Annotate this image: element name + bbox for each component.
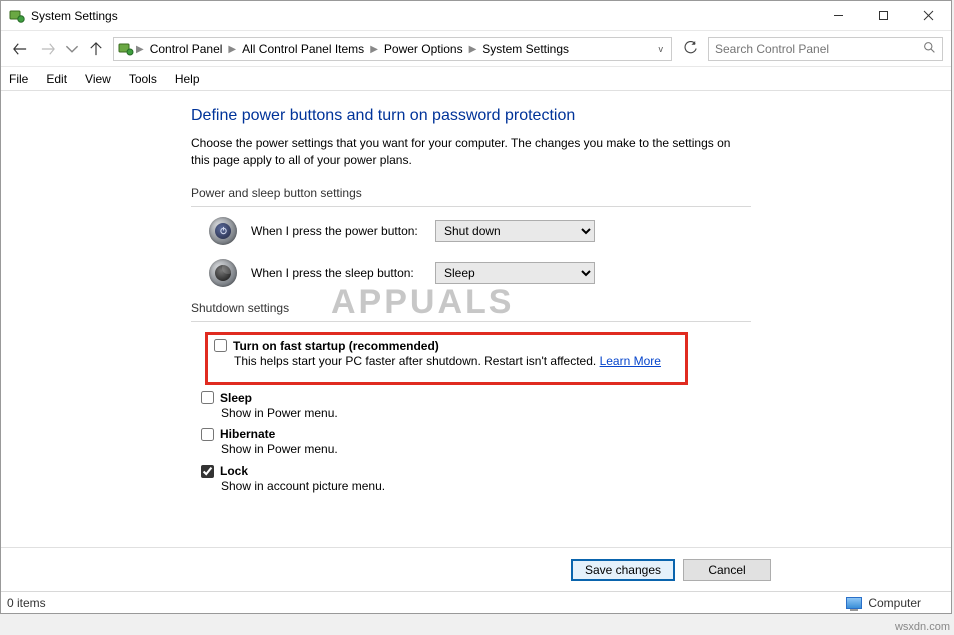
cancel-button[interactable]: Cancel [683, 559, 771, 581]
breadcrumb[interactable]: ▶ Control Panel ▶ All Control Panel Item… [113, 37, 672, 61]
search-box[interactable] [708, 37, 943, 61]
back-button[interactable] [9, 38, 31, 60]
sleep-checkbox-desc: Show in Power menu. [221, 405, 921, 422]
sleep-button-label: When I press the sleep button: [251, 266, 421, 280]
sleep-icon [209, 259, 237, 287]
source-text: wsxdn.com [895, 621, 950, 633]
lock-checkbox[interactable] [201, 465, 214, 478]
breadcrumb-item[interactable]: Power Options [380, 42, 467, 56]
minimize-button[interactable] [816, 1, 861, 30]
lock-checkbox-desc: Show in account picture menu. [221, 478, 921, 495]
learn-more-link[interactable]: Learn More [600, 354, 661, 368]
lock-checkbox-label: Lock [220, 464, 248, 478]
maximize-button[interactable] [861, 1, 906, 30]
section-shutdown-title: Shutdown settings [191, 301, 921, 317]
menu-bar: File Edit View Tools Help [1, 67, 951, 91]
fast-startup-label: Turn on fast startup (recommended) [233, 339, 439, 353]
power-button-label: When I press the power button: [251, 224, 421, 238]
menu-edit[interactable]: Edit [46, 72, 67, 86]
status-location: Computer [868, 596, 921, 610]
chevron-right-icon: ▶ [469, 43, 477, 55]
page-heading: Define power buttons and turn on passwor… [191, 107, 921, 125]
page-intro: Choose the power settings that you want … [191, 135, 751, 170]
address-dropdown[interactable]: v [655, 44, 668, 54]
sleep-button-select[interactable]: Sleep [435, 262, 595, 284]
search-icon[interactable] [923, 41, 936, 57]
sleep-checkbox[interactable] [201, 391, 214, 404]
status-items: 0 items [1, 596, 846, 610]
forward-button[interactable] [37, 38, 59, 60]
breadcrumb-item[interactable]: Control Panel [146, 42, 227, 56]
fast-startup-desc: This helps start your PC faster after sh… [234, 353, 661, 370]
power-button-select[interactable]: Shut down [435, 220, 595, 242]
hibernate-checkbox[interactable] [201, 428, 214, 441]
breadcrumb-item[interactable]: System Settings [478, 42, 573, 56]
menu-tools[interactable]: Tools [129, 72, 157, 86]
menu-file[interactable]: File [9, 72, 28, 86]
refresh-button[interactable] [678, 37, 702, 61]
recent-dropdown[interactable] [65, 38, 79, 60]
highlight-box: Turn on fast startup (recommended) This … [205, 332, 688, 385]
hibernate-checkbox-label: Hibernate [220, 427, 275, 441]
window-title: System Settings [31, 9, 816, 23]
menu-view[interactable]: View [85, 72, 111, 86]
chevron-right-icon: ▶ [136, 43, 144, 55]
computer-icon [846, 597, 862, 609]
breadcrumb-item[interactable]: All Control Panel Items [238, 42, 368, 56]
close-button[interactable] [906, 1, 951, 30]
sleep-checkbox-label: Sleep [220, 391, 252, 405]
search-input[interactable] [715, 42, 905, 56]
app-icon [9, 8, 25, 24]
power-icon [209, 217, 237, 245]
chevron-right-icon: ▶ [228, 43, 236, 55]
divider [191, 321, 751, 322]
fast-startup-checkbox[interactable] [214, 339, 227, 352]
control-panel-icon [118, 41, 134, 57]
save-changes-button[interactable]: Save changes [571, 559, 675, 581]
chevron-right-icon: ▶ [370, 43, 378, 55]
divider [191, 206, 751, 207]
menu-help[interactable]: Help [175, 72, 200, 86]
section-power-sleep-title: Power and sleep button settings [191, 186, 921, 202]
hibernate-checkbox-desc: Show in Power menu. [221, 441, 921, 458]
up-button[interactable] [85, 38, 107, 60]
